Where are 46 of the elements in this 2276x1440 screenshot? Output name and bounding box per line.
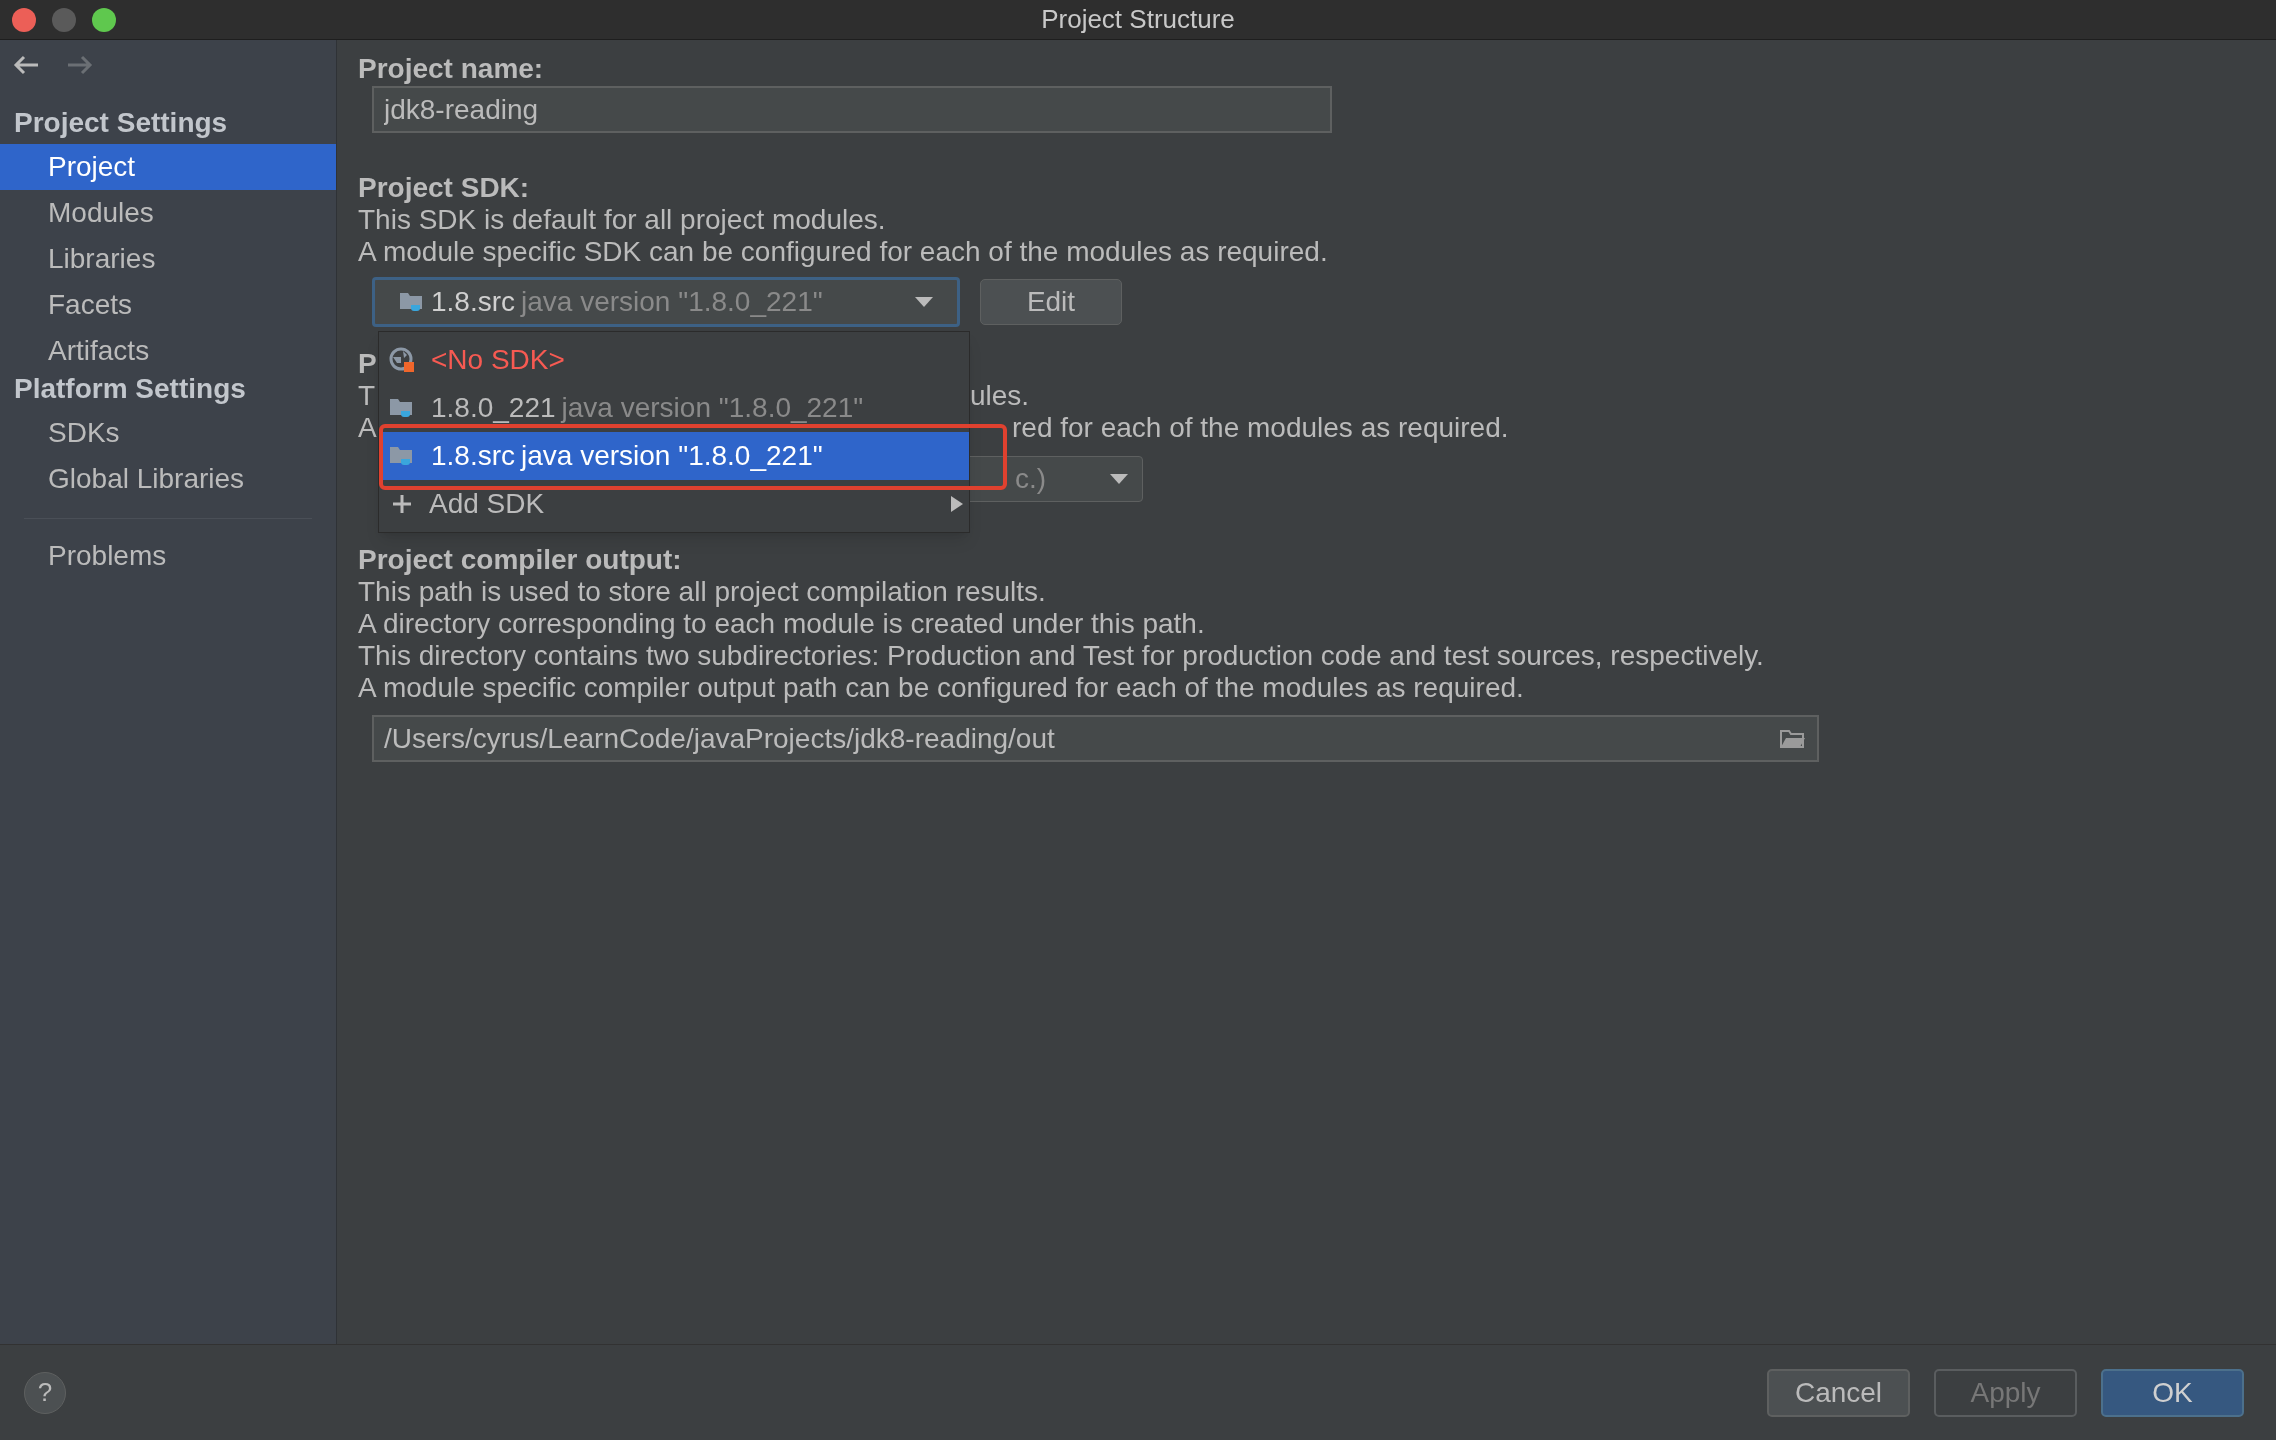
section-header: Platform Settings (13, 374, 247, 406)
sidebar-item[interactable]: Modules (0, 190, 336, 236)
heading-fragment: P (358, 347, 377, 375)
add-sdk-label: Add SDK (429, 487, 545, 521)
sdk-option-name: 1.8.src (431, 439, 516, 473)
sdk-option-version: java version "1.8.0_221" (561, 391, 864, 425)
submenu-arrow-icon (951, 496, 963, 512)
folder-icon (399, 290, 425, 314)
dropdown-fragment: c.) (1015, 462, 1047, 496)
folder-icon[interactable] (1779, 727, 1807, 750)
sidebar-item[interactable]: Problems (0, 533, 336, 579)
caret-icon (915, 297, 933, 307)
close-icon[interactable] (12, 7, 36, 32)
sdk-option-version: java version "1.8.0_221" (521, 439, 823, 473)
output-path-field[interactable]: /Users/cyrus/LearnCode/javaProjects/jdk8-reading/out (372, 715, 1819, 762)
sidebar-item[interactable]: Facets (0, 282, 336, 328)
sidebar-item[interactable]: SDKs (0, 410, 336, 456)
section-header: Project Settings (13, 108, 229, 140)
dialog-button[interactable]: OK (2101, 1368, 2244, 1417)
dialog-button[interactable]: Cancel (1767, 1368, 1910, 1417)
no-sdk-label: <No SDK> (431, 343, 565, 377)
dropdown-option[interactable]: <No SDK> (379, 336, 969, 384)
edit-button[interactable]: Edit (980, 279, 1122, 325)
text-fragment: T (358, 380, 376, 411)
back-arrow-icon[interactable] (12, 54, 40, 76)
path-text: /Users/cyrus/LearnCode/javaProjects/jdk8-reading/out (384, 721, 1055, 756)
sidebar-item[interactable]: Libraries (0, 236, 336, 282)
dropdown-option[interactable]: 1.8.0_221 java version "1.8.0_221" (379, 384, 969, 432)
folder-icon (389, 444, 415, 468)
sdk-option-name: 1.8.0_221 (431, 391, 556, 425)
sdk-version: java version "1.8.0_221" (521, 285, 823, 319)
sdk-name: 1.8.src (431, 285, 516, 319)
folder-icon (389, 396, 415, 420)
zoom-icon[interactable] (92, 7, 116, 32)
sidebar-item[interactable]: Project (0, 144, 336, 190)
sidebar-item[interactable]: Global Libraries (0, 456, 336, 502)
help-button[interactable]: ? (24, 1371, 66, 1414)
sidebar-item[interactable]: Artifacts (0, 328, 336, 374)
project-name-field[interactable]: jdk8-reading (372, 86, 1332, 133)
sdk-dropdown[interactable]: 1.8.src java version "1.8.0_221" (372, 277, 960, 327)
globe-icon (389, 347, 415, 373)
window-title: Project Structure (1040, 3, 1236, 36)
plus-icon (391, 493, 413, 515)
text-fragment: A (358, 412, 377, 443)
caret-icon (1110, 474, 1128, 484)
text-fragment: ules. (970, 379, 1030, 407)
